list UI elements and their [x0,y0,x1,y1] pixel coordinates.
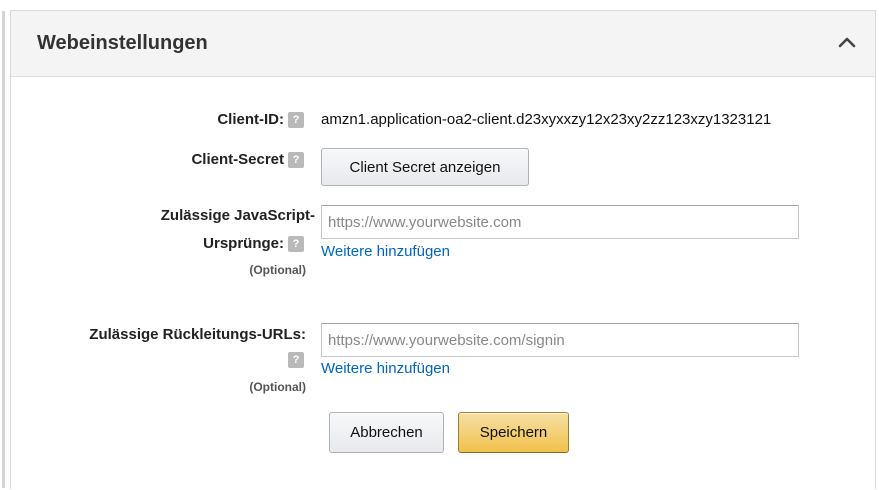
show-client-secret-button[interactable]: Client Secret anzeigen [321,148,529,186]
help-icon[interactable]: ? [288,352,304,368]
add-more-link[interactable]: Weitere hinzufügen [321,360,450,377]
chevron-up-icon[interactable] [837,35,857,49]
help-icon[interactable]: ? [288,152,304,168]
panel-title: Webeinstellungen [37,32,208,54]
help-icon[interactable]: ? [288,236,304,252]
client-id-label: Client-ID: [217,111,284,128]
panel-header[interactable]: Webeinstellungen [11,11,875,77]
redirect-urls-input[interactable] [321,323,799,357]
client-id-value: amzn1.application-oa2-client.d23xyxxzy12… [321,111,772,128]
client-secret-label: Client-Secret [191,151,284,168]
redirect-urls-label: Zulässige Rückleitungs-URLs: [89,326,306,343]
optional-hint: (Optional) [249,263,306,277]
help-icon[interactable]: ? [288,112,304,128]
optional-hint: (Optional) [249,380,306,394]
js-origins-label-line1: Zulässige JavaScript- [160,207,315,224]
js-origins-input[interactable] [321,205,799,239]
js-origins-label-line2: Ursprünge: [203,235,284,252]
add-more-link[interactable]: Weitere hinzufügen [321,243,450,260]
web-settings-panel: Webeinstellungen Client-ID: ? amzn1.appl… [2,10,876,489]
cancel-button[interactable]: Abbrechen [329,412,444,453]
save-button[interactable]: Speichern [458,412,569,453]
